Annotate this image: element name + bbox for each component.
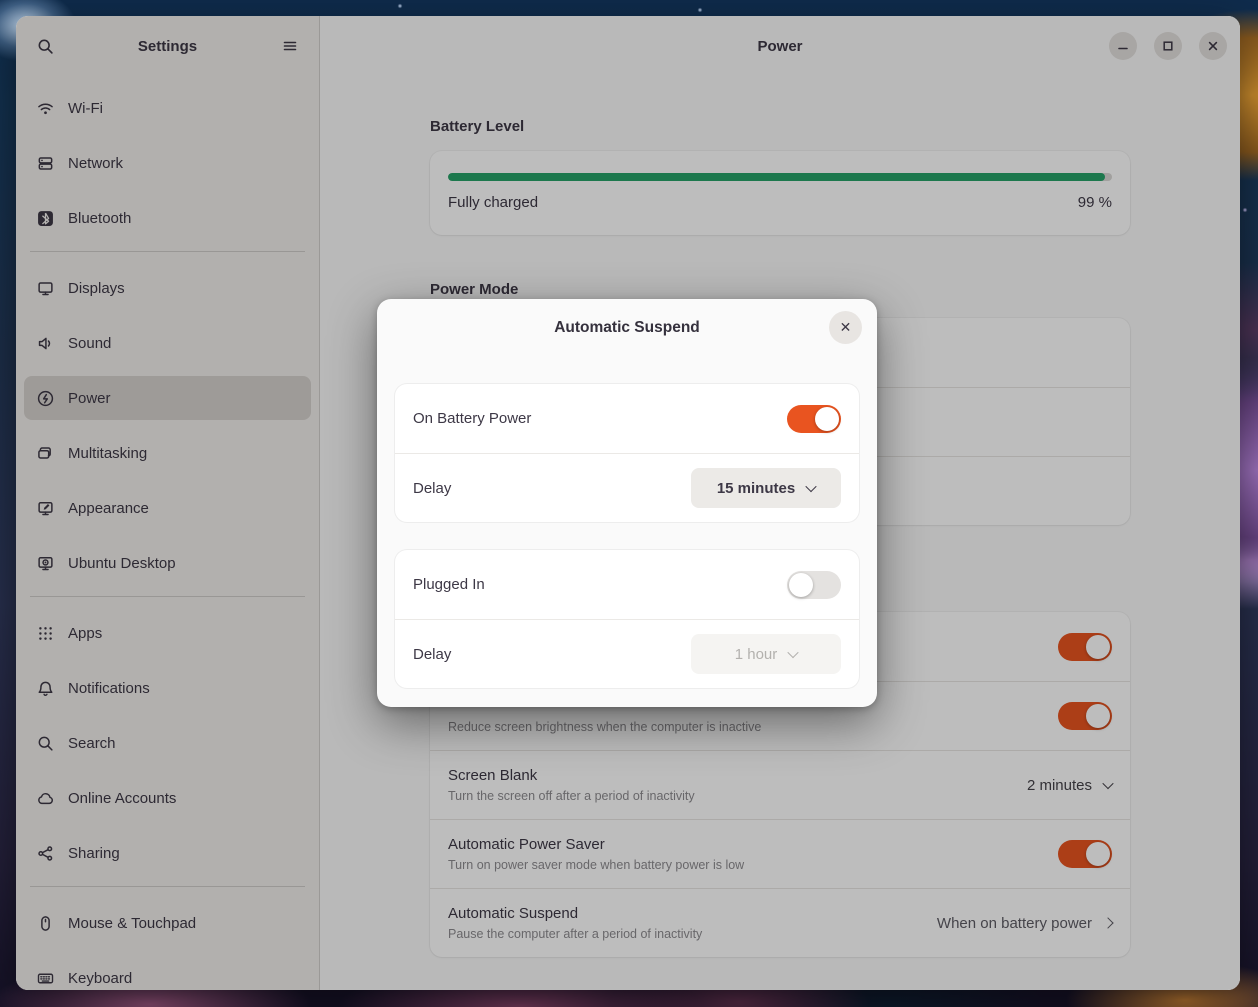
plugged-in-toggle[interactable] bbox=[787, 571, 841, 599]
automatic-suspend-dialog: Automatic Suspend ✕ On Battery Power Del… bbox=[377, 299, 877, 707]
chevron-down-icon bbox=[806, 481, 817, 492]
battery-delay-dropdown[interactable]: 15 minutes bbox=[691, 468, 841, 508]
delay-label: Delay bbox=[413, 480, 451, 497]
plugged-in-row: Plugged In bbox=[395, 550, 859, 619]
plugged-in-group: Plugged In Delay 1 hour bbox=[395, 550, 859, 688]
plugged-in-label: Plugged In bbox=[413, 576, 485, 593]
close-icon: ✕ bbox=[840, 319, 852, 336]
toggle-knob bbox=[815, 407, 839, 431]
chevron-down-icon bbox=[788, 647, 799, 658]
on-battery-power-row: On Battery Power bbox=[395, 384, 859, 453]
battery-delay-row: Delay 15 minutes bbox=[395, 453, 859, 522]
settings-window: Settings Wi-Fi Network Bluetooth bbox=[16, 16, 1240, 990]
on-battery-group: On Battery Power Delay 15 minutes bbox=[395, 384, 859, 522]
on-battery-toggle[interactable] bbox=[787, 405, 841, 433]
plugged-delay-row: Delay 1 hour bbox=[395, 619, 859, 688]
dialog-close-button[interactable]: ✕ bbox=[829, 311, 862, 344]
on-battery-power-label: On Battery Power bbox=[413, 410, 531, 427]
toggle-knob bbox=[789, 573, 813, 597]
dialog-title: Automatic Suspend bbox=[554, 319, 700, 337]
delay-label: Delay bbox=[413, 646, 451, 663]
plugged-delay-dropdown: 1 hour bbox=[691, 634, 841, 674]
dialog-header: Automatic Suspend ✕ bbox=[377, 299, 877, 356]
dialog-body: On Battery Power Delay 15 minutes Plugge… bbox=[377, 384, 877, 688]
